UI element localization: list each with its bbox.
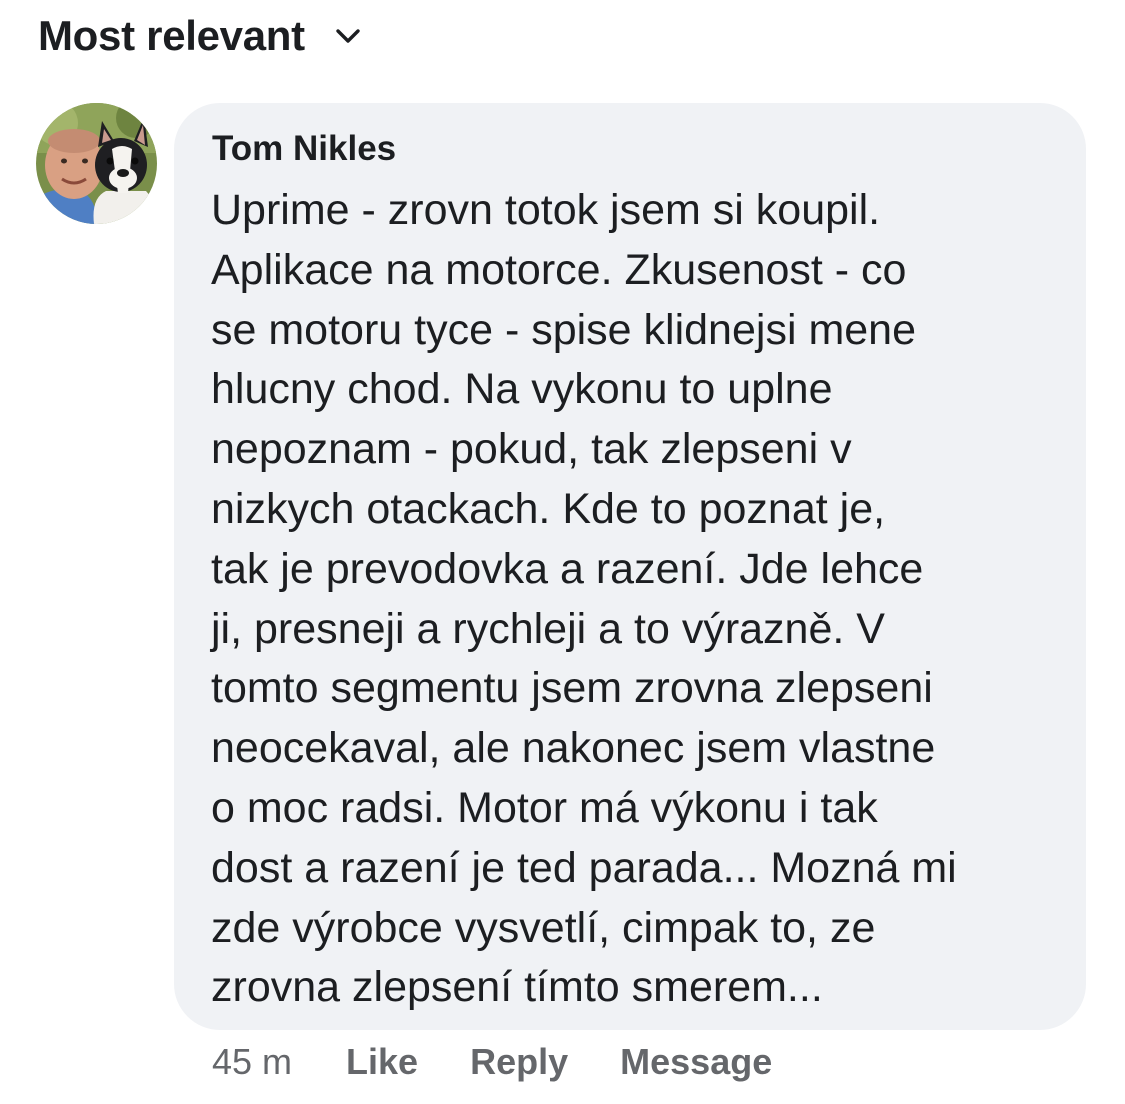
comment-line: zrovna zlepsení tímto smerem... xyxy=(211,963,823,1012)
like-button[interactable]: Like xyxy=(346,1041,418,1083)
comment-text: Uprime - zrovn totok jsem si koupil. Apl… xyxy=(211,181,1071,1018)
comment-line: Aplikace na motorce. Zkusenost - co xyxy=(211,245,907,294)
avatar-photo xyxy=(36,103,157,224)
sort-dropdown[interactable]: Most relevant xyxy=(38,8,361,64)
comment-actions: 45 m Like Reply Message xyxy=(212,1038,824,1086)
comment-line: dost a razení je ted parada... Mozná mi xyxy=(211,843,957,892)
comment-line: Uprime - zrovn totok jsem si koupil. xyxy=(211,186,881,234)
comment-line: neocekaval, ale nakonec jsem vlastne xyxy=(211,724,936,773)
reply-button[interactable]: Reply xyxy=(470,1041,568,1083)
comment-line: zde výrobce vysvetlí, cimpak to, ze xyxy=(211,903,876,952)
avatar[interactable] xyxy=(36,103,157,224)
message-button[interactable]: Message xyxy=(620,1041,772,1083)
chevron-down-icon xyxy=(336,29,360,43)
comment-line: ji, presneji a rychleji a to výrazně. V xyxy=(211,604,885,653)
comment-author[interactable]: Tom Nikles xyxy=(212,129,396,169)
comment-timestamp[interactable]: 45 m xyxy=(212,1041,292,1083)
comment-line: tak je prevodovka a razení. Jde lehce xyxy=(211,544,924,593)
comment-bubble: Tom Nikles Uprime - zrovn totok jsem si … xyxy=(174,103,1086,1030)
comment-line: nizkych otackach. Kde to poznat je, xyxy=(211,484,886,533)
comment-line: hlucny chod. Na vykonu to uplne xyxy=(211,365,833,414)
comment-line: se motoru tyce - spise klidnejsi mene xyxy=(211,305,917,354)
comment-line: tomto segmentu jsem zrovna zlepseni xyxy=(211,664,933,713)
sort-label: Most relevant xyxy=(38,12,305,59)
comment-line: o moc radsi. Motor má výkonu i tak xyxy=(211,783,878,832)
comment-line: nepoznam - pokud, tak zlepseni v xyxy=(211,425,852,474)
